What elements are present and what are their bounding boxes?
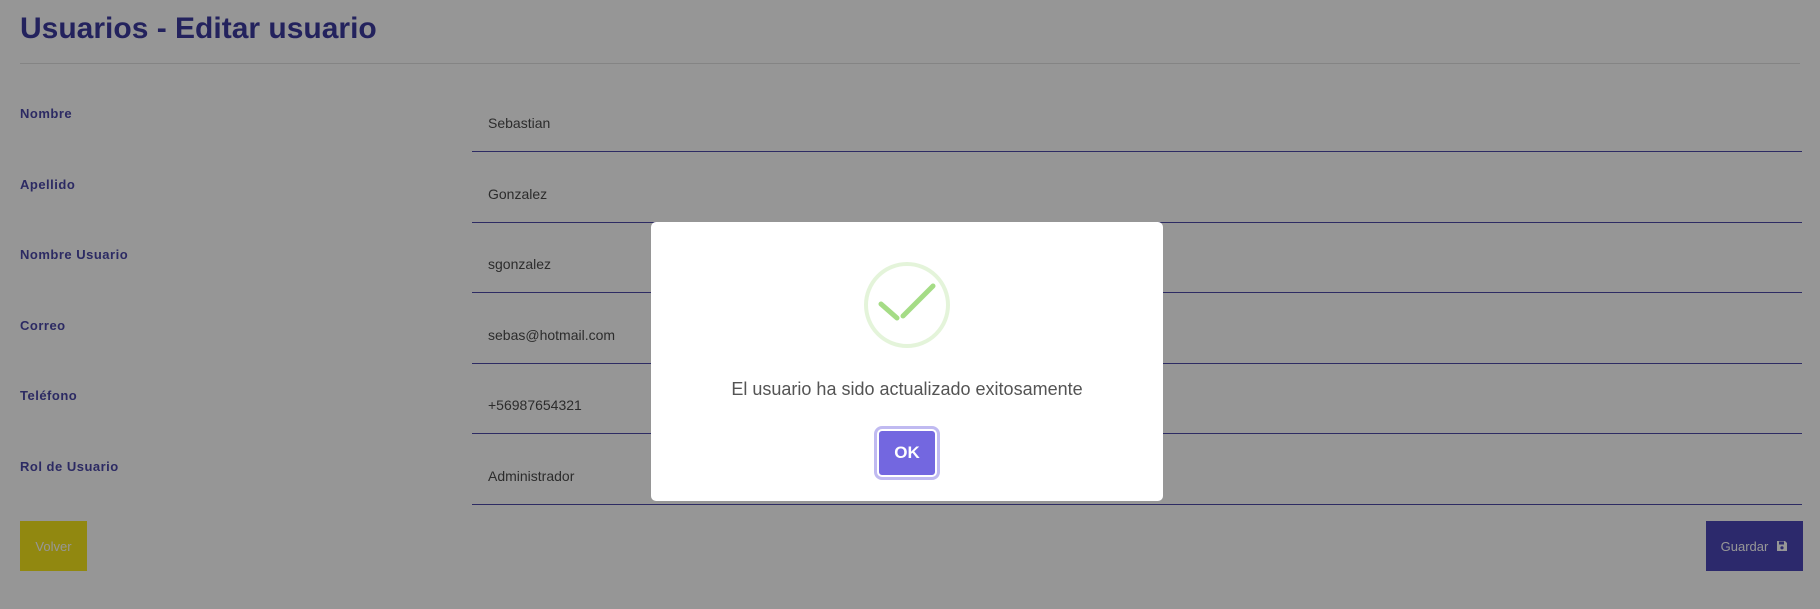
- dialog-message: El usuario ha sido actualizado exitosame…: [731, 379, 1083, 399]
- ok-button[interactable]: OK: [877, 429, 937, 477]
- ok-button-label: OK: [894, 443, 920, 462]
- success-check-icon: [863, 261, 951, 349]
- success-dialog: El usuario ha sido actualizado exitosame…: [651, 222, 1163, 501]
